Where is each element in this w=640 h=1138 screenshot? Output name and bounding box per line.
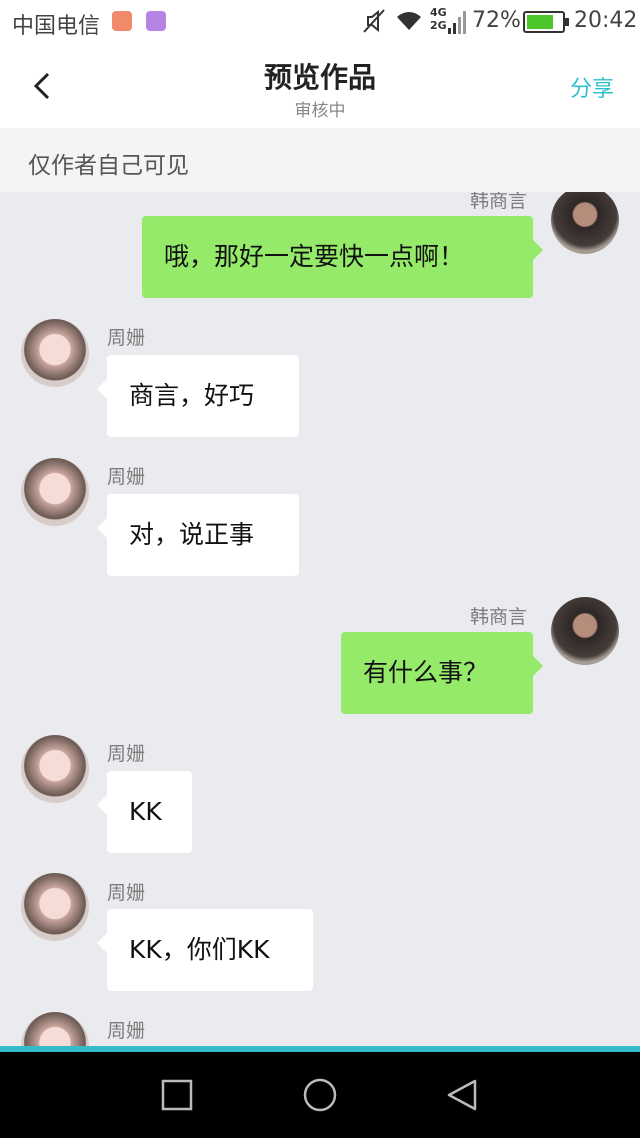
avatar[interactable] bbox=[21, 735, 89, 803]
sender-name: 周姗 bbox=[107, 743, 146, 765]
avatar[interactable] bbox=[21, 458, 89, 526]
sender-name: 周姗 bbox=[107, 466, 146, 488]
avatar[interactable] bbox=[551, 192, 619, 254]
review-status: 审核中 bbox=[294, 101, 346, 121]
page-title: 预览作品 bbox=[263, 61, 376, 94]
avatar[interactable] bbox=[551, 597, 619, 665]
message-bubble[interactable]: 哦，那好一定要快一点啊！ bbox=[142, 216, 543, 298]
recent-apps-icon[interactable] bbox=[159, 1077, 195, 1113]
visibility-notice: 仅作者自己可见 bbox=[0, 128, 640, 192]
message-bubble[interactable]: 有什么事？ bbox=[341, 632, 543, 714]
carrier-label: 中国电信 bbox=[12, 14, 101, 39]
sender-name: 周姗 bbox=[107, 1020, 146, 1042]
signal-icon bbox=[448, 11, 466, 34]
status-bar: 中国电信 4G 2G 72% 20:42 bbox=[0, 0, 640, 44]
mute-icon bbox=[363, 9, 385, 33]
avatar[interactable] bbox=[21, 319, 89, 387]
share-button[interactable]: 分享 bbox=[570, 71, 614, 103]
message-bubble[interactable]: KK bbox=[97, 771, 192, 853]
battery-icon bbox=[523, 11, 569, 33]
mail-notification-icon bbox=[112, 11, 132, 31]
sender-name: 周姗 bbox=[107, 327, 146, 349]
message-bubble[interactable]: 对，说正事 bbox=[97, 494, 299, 576]
avatar[interactable] bbox=[21, 1012, 89, 1046]
sender-name: 韩商言 bbox=[470, 192, 528, 212]
clock: 20:42 bbox=[574, 8, 638, 33]
message-bubble[interactable]: 商言，好巧 bbox=[97, 355, 299, 437]
message-bubble[interactable]: KK，你们KK bbox=[97, 909, 313, 991]
system-nav-bar bbox=[0, 1052, 640, 1138]
battery-percent: 72% bbox=[472, 8, 521, 33]
chat-list[interactable]: 韩商言 哦，那好一定要快一点啊！ 周姗 商言，好巧 周姗 对，说正事 韩商言 有… bbox=[0, 192, 640, 1046]
home-icon[interactable] bbox=[302, 1077, 338, 1113]
nav-back-icon[interactable] bbox=[444, 1077, 480, 1113]
gallery-notification-icon bbox=[146, 11, 166, 31]
wifi-icon bbox=[397, 12, 421, 31]
visibility-notice-text: 仅作者自己可见 bbox=[28, 153, 189, 179]
network-type: 4G 2G bbox=[430, 6, 447, 32]
avatar[interactable] bbox=[21, 873, 89, 941]
sender-name: 周姗 bbox=[107, 882, 146, 904]
sender-name: 韩商言 bbox=[470, 606, 528, 628]
app-header: 预览作品 审核中 分享 bbox=[0, 44, 640, 128]
